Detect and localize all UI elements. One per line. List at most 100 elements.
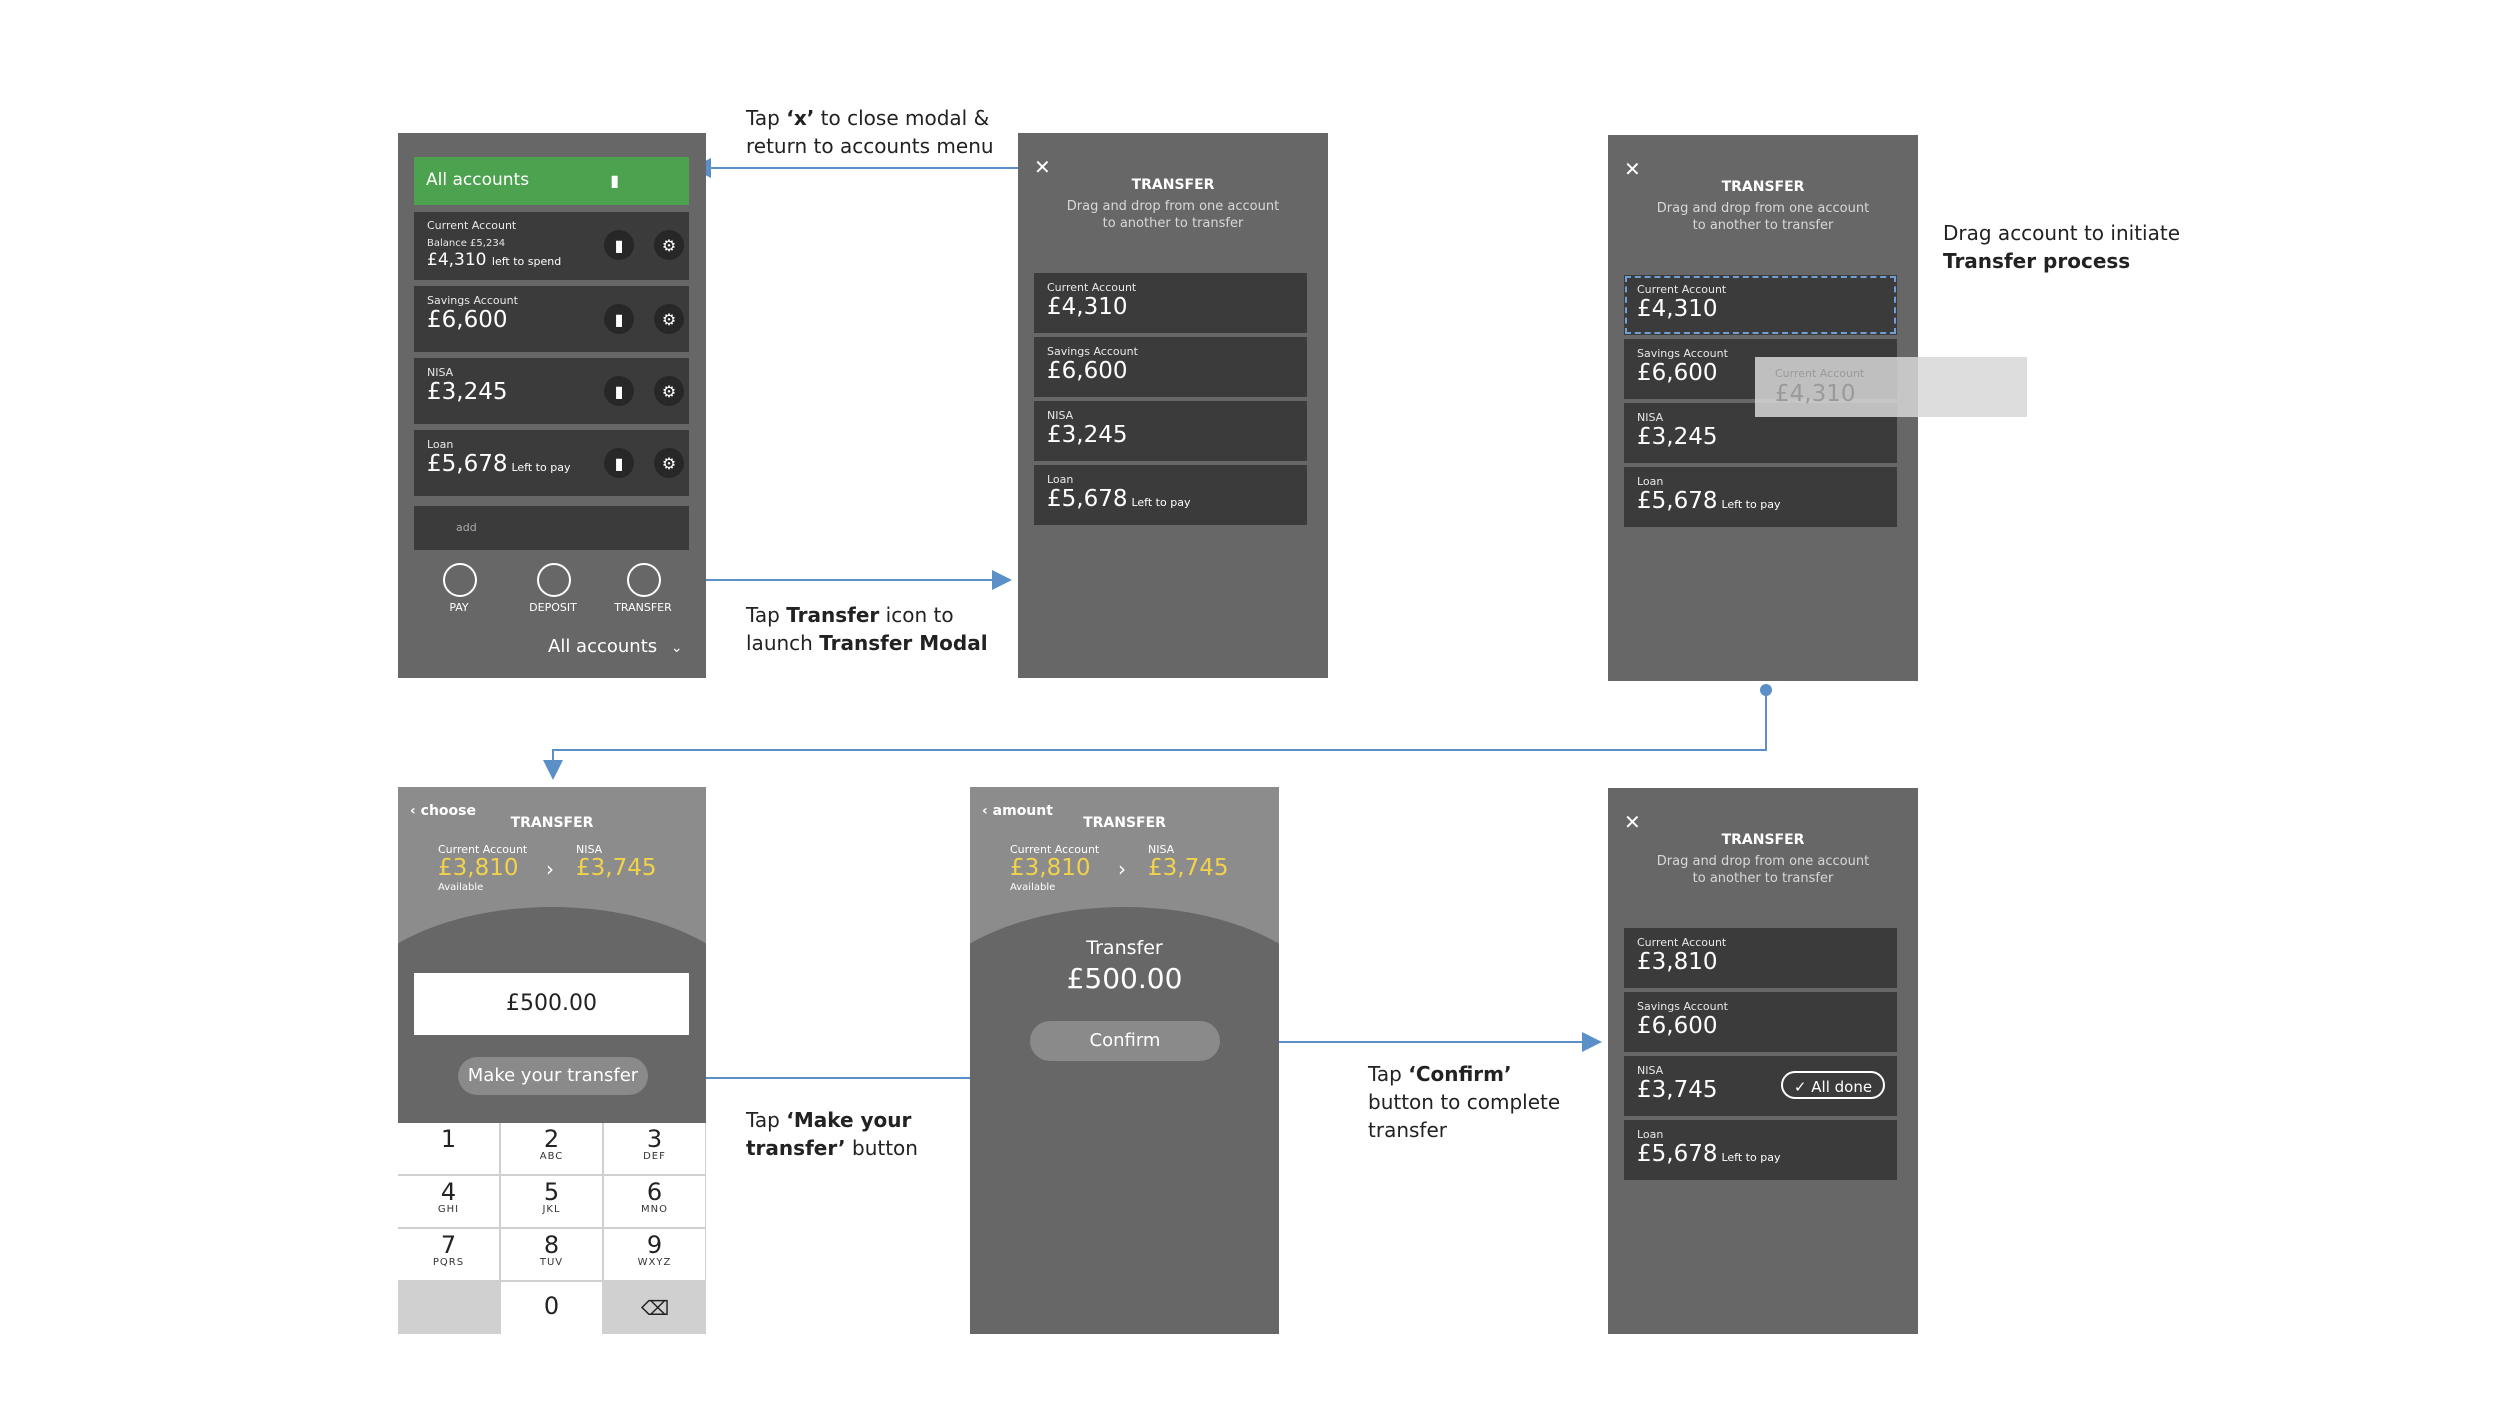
account-name: Savings Account [427, 294, 518, 307]
account-filter-dropdown[interactable]: All accounts ⌄ [548, 636, 683, 657]
account-row-savings[interactable]: Savings Account £6,600 ▮ ⚙ [414, 286, 689, 352]
key-9[interactable]: 9 WXYZ [604, 1229, 705, 1280]
to-account-amount: £3,745 [1148, 855, 1229, 881]
gear-icon[interactable]: ⚙ [654, 376, 684, 406]
note-text: Drag account to initiate [1943, 221, 2180, 245]
chevron-down-icon: ⌄ [670, 640, 683, 656]
close-icon[interactable]: ✕ [1624, 157, 1641, 181]
key-7[interactable]: 7 PQRS [398, 1229, 499, 1280]
key-8[interactable]: 8 TUV [501, 1229, 602, 1280]
account-name: Loan [1637, 1128, 1664, 1141]
choose-amount-screen: ‹ choose TRANSFER Current Account £3,810… [398, 787, 706, 1334]
bar-chart-icon[interactable]: ▮ [604, 448, 634, 478]
account-row-loan[interactable]: Loan £5,678 Left to pay [1034, 465, 1307, 525]
account-name: NISA [1637, 1064, 1664, 1077]
note-bold: Transfer Modal [819, 631, 988, 655]
bar-chart-icon[interactable]: ▮ [604, 376, 634, 406]
note-text: Tap [746, 1108, 787, 1132]
make-transfer-button[interactable]: Make your transfer [458, 1057, 648, 1095]
amount-value: £5,678 [1637, 488, 1718, 514]
account-row-savings[interactable]: Savings Account £6,600 [1034, 337, 1307, 397]
account-row-loan[interactable]: Loan £5,678 Left to pay [1624, 1120, 1897, 1180]
key-letters: MNO [641, 1204, 668, 1215]
all-accounts-header[interactable]: All accounts ▮ [414, 157, 689, 205]
account-name: Loan [1047, 473, 1074, 486]
note-text: icon to [879, 603, 954, 627]
key-number: 3 [646, 1125, 663, 1153]
to-account-amount: £3,745 [576, 855, 657, 881]
chevron-right-icon: › [546, 857, 554, 881]
gear-icon[interactable]: ⚙ [654, 448, 684, 478]
pay-icon[interactable] [443, 563, 477, 597]
bar-chart-icon[interactable]: ▮ [604, 304, 634, 334]
note-text: launch [746, 631, 820, 655]
account-name: Current Account [1637, 936, 1727, 949]
key-3[interactable]: 3 DEF [604, 1123, 705, 1174]
modal-title: TRANSFER [1131, 177, 1215, 193]
account-row-nisa[interactable]: NISA £3,245 ▮ ⚙ [414, 358, 689, 424]
key-4[interactable]: 4 GHI [398, 1176, 499, 1227]
account-amount: £5,678 Left to pay [427, 451, 570, 477]
account-amount: £5,678 Left to pay [1047, 486, 1191, 512]
note-text: Tap [746, 603, 787, 627]
note-bold: transfer’ [746, 1136, 846, 1160]
account-amount: £3,245 [1637, 424, 1718, 450]
from-account-amount: £3,810 [1010, 855, 1091, 881]
transfer-label: Transfer [1086, 937, 1163, 959]
transfer-icon[interactable] [627, 563, 661, 597]
key-2[interactable]: 2 ABC [501, 1123, 602, 1174]
key-6[interactable]: 6 MNO [604, 1176, 705, 1227]
chevron-right-icon: › [1118, 857, 1126, 881]
note-text: button to complete [1368, 1090, 1561, 1114]
transfer-done-screen: ✕ TRANSFER Drag and drop from one accoun… [1608, 788, 1918, 1334]
bar-chart-icon: ▮ [610, 171, 619, 190]
account-row-current[interactable]: Current Account Balance £5,234 £4,310 le… [414, 212, 689, 280]
add-account-row[interactable]: add [414, 506, 689, 550]
account-row-current[interactable]: Current Account £3,810 [1624, 928, 1897, 988]
key-1[interactable]: 1 [398, 1123, 499, 1174]
key-letters: PQRS [432, 1257, 465, 1268]
gear-icon[interactable]: ⚙ [654, 304, 684, 334]
amount-input[interactable]: £500.00 [414, 973, 689, 1035]
deposit-icon[interactable] [537, 563, 571, 597]
annotation-close: Tap ‘x’ to close modal & return to accou… [746, 104, 994, 160]
account-amount: £3,245 [427, 379, 508, 405]
note-text: return to accounts menu [746, 134, 994, 158]
key-number: 4 [440, 1178, 457, 1206]
key-5[interactable]: 5 JKL [501, 1176, 602, 1227]
bar-chart-icon[interactable]: ▮ [604, 230, 634, 260]
from-account-note: Available [1010, 882, 1056, 893]
key-number: 5 [543, 1178, 560, 1206]
gear-icon[interactable]: ⚙ [654, 230, 684, 260]
note-bold: ‘Confirm’ [1408, 1062, 1512, 1086]
close-icon[interactable]: ✕ [1034, 155, 1051, 179]
subtitle-line: to another to transfer [1102, 215, 1244, 231]
note-text: transfer [1368, 1118, 1447, 1142]
modal-title: TRANSFER [1721, 832, 1805, 848]
account-amount: £5,678 Left to pay [1637, 488, 1780, 514]
account-name: Current Account [1047, 281, 1137, 294]
account-row-nisa[interactable]: NISA £3,745 ✓ All done [1624, 1056, 1897, 1116]
account-row-current[interactable]: Current Account £4,310 [1034, 273, 1307, 333]
account-row-loan[interactable]: Loan £5,678 Left to pay [1624, 467, 1897, 527]
accounts-screen: All accounts ▮ Current Account Balance £… [398, 133, 706, 678]
account-amount: £3,245 [1047, 422, 1128, 448]
account-row-loan[interactable]: Loan £5,678 Left to pay ▮ ⚙ [414, 430, 689, 496]
close-icon[interactable]: ✕ [1624, 810, 1641, 834]
annotation-confirm: Tap ‘Confirm’ button to complete transfe… [1368, 1060, 1560, 1144]
amount-suffix: Left to pay [1131, 496, 1191, 509]
confirm-amount-screen: ‹ amount TRANSFER Current Account £3,810… [970, 787, 1279, 1334]
account-name: NISA [1047, 409, 1074, 422]
confirm-button[interactable]: Confirm [1030, 1021, 1220, 1061]
account-row-current-selected[interactable]: Current Account £4,310 [1624, 275, 1897, 335]
screen-title: TRANSFER [510, 815, 594, 831]
account-row-savings[interactable]: Savings Account £6,600 [1624, 992, 1897, 1052]
subtitle-line: Drag and drop from one account [1066, 199, 1280, 214]
key-0[interactable]: 0 [501, 1282, 602, 1334]
backspace-icon[interactable]: ⌫ [604, 1282, 706, 1334]
note-bold: Transfer [786, 603, 880, 627]
badge-label: All done [1811, 1078, 1873, 1096]
account-row-nisa[interactable]: NISA £3,245 [1034, 401, 1307, 461]
account-name: Savings Account [1637, 347, 1728, 360]
note-bold: ‘x’ [786, 106, 815, 130]
